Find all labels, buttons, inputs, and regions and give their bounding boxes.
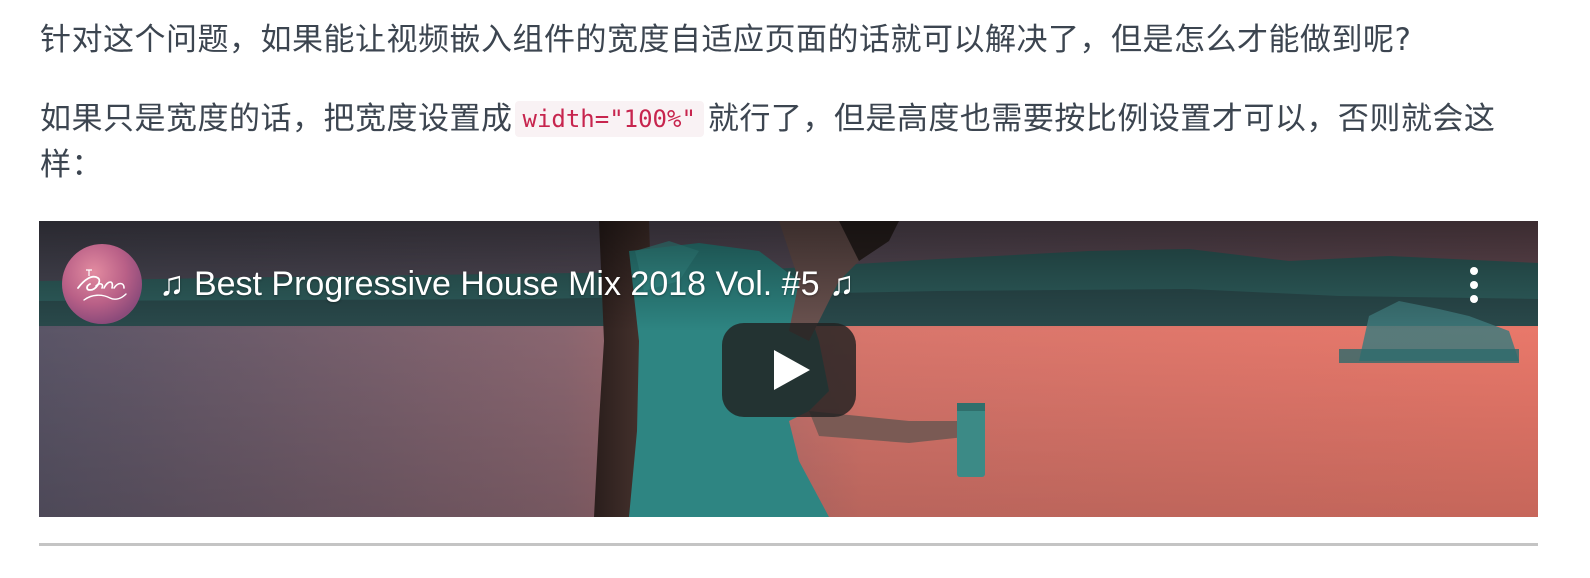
youtube-video-embed[interactable]: ♫ Best Progressive House Mix 2018 Vol. #…	[39, 221, 1538, 517]
channel-logo	[77, 269, 127, 301]
play-icon	[774, 350, 810, 390]
more-dot	[1470, 281, 1478, 289]
more-dot	[1470, 295, 1478, 303]
more-dot	[1470, 267, 1478, 275]
paragraph-2-text-before: 如果只是宽度的话，把宽度设置成	[40, 101, 513, 137]
paragraph-2: 如果只是宽度的话，把宽度设置成 width="100%" 就行了，但是高度也需要按比…	[40, 96, 1550, 188]
inline-code-width: width="100%"	[514, 101, 704, 137]
article-content: 针对这个问题，如果能让视频嵌入组件的宽度自适应页面的话就可以解决了，但是怎么才能…	[0, 0, 1590, 578]
more-vert-icon[interactable]	[1462, 263, 1486, 307]
video-title[interactable]: ♫ Best Progressive House Mix 2018 Vol. #…	[159, 261, 854, 307]
channel-avatar[interactable]	[62, 244, 142, 324]
paragraph-1: 针对这个问题，如果能让视频嵌入组件的宽度自适应页面的话就可以解决了，但是怎么才能…	[40, 22, 1412, 58]
section-divider	[39, 543, 1538, 546]
play-button[interactable]	[722, 323, 856, 417]
